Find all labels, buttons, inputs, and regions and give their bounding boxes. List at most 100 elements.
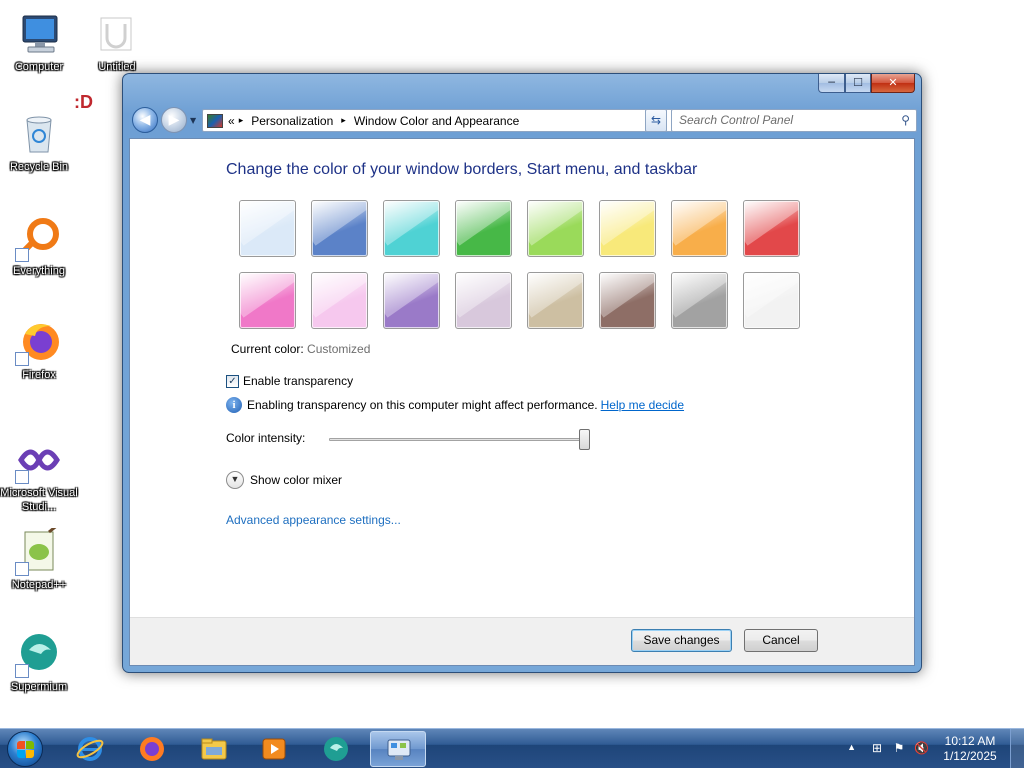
taskbar-control-panel[interactable] (370, 731, 426, 767)
color-intensity-label: Color intensity: (226, 431, 306, 445)
search-input[interactable]: Search Control Panel ⚲ (671, 109, 917, 132)
color-swatch[interactable] (599, 272, 656, 329)
supermium-icon (324, 737, 348, 761)
desktop-icon-visual-studio[interactable]: Microsoft Visual Studi... (0, 436, 78, 514)
desktop-icon-label: Untitled (98, 61, 136, 73)
clock-time: 10:12 AM (944, 734, 996, 748)
color-swatch[interactable] (527, 272, 584, 329)
desktop-icon-label: Supermium (10, 681, 68, 693)
transparency-info-text: Enabling transparency on this computer m… (247, 398, 598, 412)
desktop-icon-firefox[interactable]: Firefox (0, 318, 78, 382)
search-placeholder: Search Control Panel (679, 113, 794, 127)
enable-transparency-label[interactable]: Enable transparency (243, 374, 353, 388)
system-tray: ▲ ⊞ ⚑ 🔇 10:12 AM 1/12/2025 (834, 729, 1024, 768)
color-swatch[interactable] (455, 200, 512, 257)
maximize-button[interactable]: ☐ (845, 74, 871, 93)
document-icon (93, 10, 141, 58)
show-hidden-icons-button[interactable]: ▲ (847, 742, 856, 752)
back-arrow-icon: ◀ (139, 112, 151, 128)
taskbar-firefox[interactable] (124, 731, 180, 767)
desktop-icon-label: Recycle Bin (9, 161, 69, 173)
taskbar-supermium[interactable] (308, 731, 364, 767)
help-me-decide-link[interactable]: Help me decide (601, 398, 684, 412)
desktop-icon-label: Notepad++ (11, 579, 67, 591)
refresh-icon: ⇆ (650, 113, 662, 127)
chevron-down-icon[interactable]: ▼ (226, 471, 244, 489)
color-swatch[interactable] (239, 272, 296, 329)
desktop-icon-supermium[interactable]: Supermium (0, 630, 78, 694)
shortcut-arrow-icon (15, 562, 29, 576)
recent-pages-dropdown[interactable]: ▼ (190, 116, 196, 125)
color-swatch[interactable] (743, 200, 800, 257)
current-color-value: Customized (307, 342, 371, 356)
content-pane: Change the color of your window borders,… (129, 138, 915, 666)
breadcrumb-overflow[interactable]: « (228, 114, 235, 128)
shortcut-arrow-icon (15, 352, 29, 366)
desktop-icon-computer[interactable]: Computer (0, 10, 78, 74)
control-panel-icon (387, 739, 411, 760)
color-swatch[interactable] (455, 272, 512, 329)
color-swatch[interactable] (311, 200, 368, 257)
taskbar-internet-explorer[interactable] (62, 731, 118, 767)
window-controls: ─ ☐ ✕ (818, 74, 915, 94)
info-icon: i (226, 397, 242, 413)
notepad-plus-plus-icon (15, 522, 63, 576)
save-changes-button[interactable]: Save changes (631, 629, 732, 652)
color-swatch[interactable] (383, 200, 440, 257)
color-intensity-slider-track[interactable] (329, 438, 587, 441)
enable-transparency-checkbox[interactable]: ✓ (226, 374, 239, 388)
internet-explorer-icon (76, 737, 104, 761)
taskbar-file-explorer[interactable] (186, 731, 242, 767)
back-button[interactable]: ◀ (132, 107, 158, 133)
color-swatch[interactable] (383, 272, 440, 329)
cancel-button[interactable]: Cancel (744, 629, 818, 652)
shortcut-arrow-icon (15, 664, 29, 678)
computer-icon (15, 10, 63, 58)
breadcrumb-separator-icon: ▸ (238, 115, 244, 125)
breadcrumb-personalization[interactable]: Personalization (251, 114, 333, 128)
refresh-button[interactable]: ⇆ (645, 109, 667, 132)
breadcrumb-window-color[interactable]: Window Color and Appearance (354, 114, 519, 128)
clock-date: 1/12/2025 (943, 749, 997, 763)
everything-search-icon (15, 214, 63, 262)
color-swatch[interactable] (599, 200, 656, 257)
window-color-and-appearance-window: ─ ☐ ✕ ◀ ▶ ▼ « ▸ Personalization ▸ Window… (122, 73, 922, 673)
button-footer: Save changes Cancel (130, 617, 914, 665)
current-color-label: Current color: (231, 342, 304, 356)
desktop-icon-label: Microsoft Visual Studi... (0, 487, 78, 513)
color-swatch[interactable] (671, 272, 728, 329)
taskbar-media-player[interactable] (246, 731, 302, 767)
action-center-flag-icon[interactable]: ⚑ (892, 741, 906, 755)
desktop-icon-notepad-plus-plus[interactable]: Notepad++ (0, 522, 78, 592)
desktop-icon-recycle-bin[interactable]: Recycle Bin (0, 110, 78, 174)
desktop-icon-everything[interactable]: Everything (0, 214, 78, 278)
address-bar[interactable]: « ▸ Personalization ▸ Window Color and A… (202, 109, 690, 132)
breadcrumb-separator-icon: ▸ (341, 115, 346, 125)
color-swatch[interactable] (527, 200, 584, 257)
folder-icon (201, 738, 227, 760)
show-desktop-button[interactable] (1010, 729, 1024, 768)
transparency-info-row: i Enabling transparency on this computer… (226, 397, 684, 413)
close-button[interactable]: ✕ (871, 74, 915, 93)
advanced-appearance-settings-link[interactable]: Advanced appearance settings... (226, 513, 401, 527)
color-swatch[interactable] (743, 272, 800, 329)
start-button[interactable] (7, 731, 43, 767)
forward-arrow-icon: ▶ (168, 112, 180, 128)
network-icon[interactable]: ⊞ (870, 741, 884, 755)
supermium-icon (15, 630, 63, 678)
color-intensity-slider-thumb[interactable] (579, 429, 590, 450)
color-mixer-row[interactable]: ▼ Show color mixer (226, 471, 342, 489)
volume-muted-icon[interactable]: 🔇 (914, 741, 929, 755)
forward-button[interactable]: ▶ (161, 107, 187, 133)
color-swatch[interactable] (311, 272, 368, 329)
shortcut-arrow-icon (15, 470, 29, 484)
search-icon[interactable]: ⚲ (901, 110, 910, 131)
desktop-icon-untitled[interactable]: Untitled (78, 10, 156, 74)
firefox-icon (15, 318, 63, 366)
minimize-button[interactable]: ─ (818, 74, 845, 93)
clock[interactable]: 10:12 AM 1/12/2025 (940, 734, 1000, 764)
color-swatch[interactable] (239, 200, 296, 257)
taskbar: ▲ ⊞ ⚑ 🔇 10:12 AM 1/12/2025 (0, 728, 1024, 768)
color-swatch[interactable] (671, 200, 728, 257)
show-color-mixer-label[interactable]: Show color mixer (250, 473, 342, 487)
